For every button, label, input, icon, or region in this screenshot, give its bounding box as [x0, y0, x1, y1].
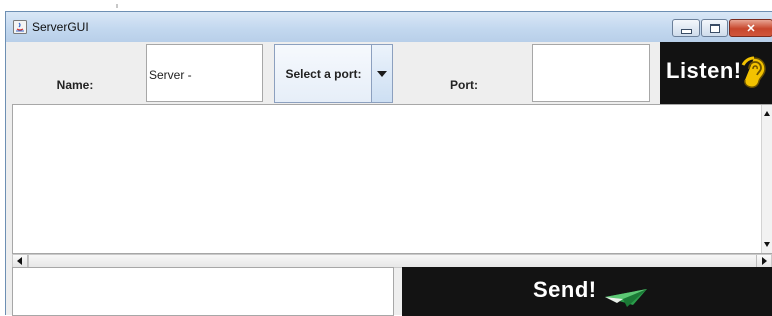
log-vertical-scrollbar[interactable] [761, 105, 772, 253]
port-select-arrow-button[interactable] [371, 45, 392, 102]
message-log[interactable] [12, 104, 772, 254]
close-button[interactable]: ✕ [729, 19, 772, 37]
send-button[interactable]: Send! [402, 267, 772, 316]
horizontal-scroll-thumb[interactable] [28, 255, 757, 267]
listen-button-label: Listen! [666, 58, 742, 83]
window-title: ServerGUI [32, 20, 89, 34]
send-button-label: Send! [533, 277, 597, 302]
name-field-value: Server - [149, 68, 192, 82]
message-input[interactable] [12, 267, 394, 316]
server-gui-window: ServerGUI ✕ Name: Server - Select a port… [5, 11, 772, 316]
java-app-icon [13, 20, 27, 34]
port-field[interactable] [532, 44, 650, 102]
scroll-left-button[interactable] [13, 255, 28, 267]
ear-icon [741, 56, 766, 88]
listen-button[interactable]: Listen! [660, 42, 772, 104]
maximize-icon [709, 23, 720, 33]
log-horizontal-scrollbar[interactable] [12, 254, 772, 268]
minimize-icon [680, 28, 692, 34]
minimize-button[interactable] [672, 19, 700, 37]
chevron-down-icon [377, 70, 387, 77]
name-field[interactable]: Server - [146, 44, 263, 102]
title-bar[interactable]: ServerGUI ✕ [6, 12, 772, 42]
scroll-up-icon[interactable] [764, 111, 770, 116]
port-select-value: Select a port: [285, 66, 362, 81]
paper-plane-icon [605, 289, 647, 307]
scroll-right-button[interactable] [756, 255, 771, 267]
close-icon: ✕ [746, 22, 756, 35]
desktop-mark [116, 4, 118, 8]
maximize-button[interactable] [701, 19, 728, 37]
scroll-down-icon[interactable] [764, 242, 770, 247]
port-select[interactable]: Select a port: [274, 44, 393, 103]
